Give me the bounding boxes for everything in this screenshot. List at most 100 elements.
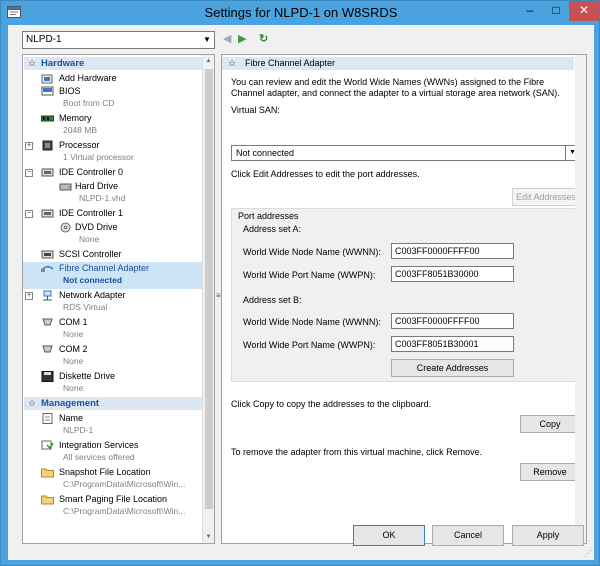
ok-button[interactable]: OK (353, 525, 425, 546)
remove-hint: To remove the adapter from this virtual … (231, 447, 483, 457)
tree-item-label: Fibre Channel Adapter (59, 263, 150, 273)
panel-header: ☆ Fibre Channel Adapter (222, 57, 574, 70)
set-a-wwnn-input[interactable]: C003FF0000FFFF00 (391, 243, 514, 259)
tree-item-name[interactable]: Name NLPD-1 (23, 412, 203, 439)
com-port-icon (42, 345, 53, 353)
tree-item-network-adapter[interactable]: + Network Adapter RDS Virtual (23, 289, 203, 316)
forward-arrow-icon[interactable]: ▶ (238, 33, 246, 45)
refresh-icon[interactable]: ↻ (259, 33, 268, 45)
virtual-san-select[interactable]: Not connected ▼ (231, 145, 580, 161)
tree-item-label: Snapshot File Location (59, 467, 151, 477)
set-b-wwnn-input[interactable]: C003FF0000FFFF00 (391, 313, 514, 329)
tree-item-label: IDE Controller 0 (59, 167, 124, 177)
expand-icon[interactable]: + (25, 142, 33, 150)
panel-title: Fibre Channel Adapter (245, 58, 336, 68)
dvd-drive-icon (60, 222, 71, 233)
processor-icon (42, 140, 53, 151)
com-port-icon (42, 318, 53, 326)
integration-services-icon (41, 440, 54, 450)
tree-item-smart-paging-file-location[interactable]: Smart Paging File Location C:\ProgramDat… (23, 493, 203, 520)
tree-item-detail: NLPD-1.vhd (79, 193, 126, 203)
section-header-management[interactable]: ☆ Management (24, 397, 202, 410)
tree-item-detail: RDS Virtual (63, 302, 108, 312)
collapse-icon[interactable]: − (25, 169, 33, 177)
resize-grip-icon[interactable]: ⋰ (584, 549, 592, 558)
title-bar[interactable]: Settings for NLPD-1 on W8SRDS – □ ✕ (1, 1, 600, 25)
tree-item-detail: 2048 MB (63, 125, 98, 135)
tree-item-label: Integration Services (59, 440, 139, 450)
tree-item-fibre-channel-adapter[interactable]: Fibre Channel Adapter Not connected (23, 262, 203, 289)
tree-item-label: Name (59, 413, 84, 423)
scroll-down-icon[interactable]: ▼ (203, 531, 214, 543)
create-addresses-button[interactable]: Create Addresses (391, 359, 514, 377)
tree-item-label: Diskette Drive (59, 371, 116, 381)
tree-item-snapshot-file-location[interactable]: Snapshot File Location C:\ProgramData\Mi… (23, 466, 203, 493)
tree-item-hard-drive[interactable]: Hard Drive NLPD-1.vhd (23, 180, 203, 207)
edit-hint: Click Edit Addresses to edit the port ad… (231, 169, 420, 179)
scroll-thumb[interactable] (205, 69, 213, 509)
edit-addresses-button[interactable]: Edit Addresses (512, 188, 580, 206)
tree-item-detail: C:\ProgramData\Microsoft\Win... (63, 479, 186, 489)
details-pane: ☆ Fibre Channel Adapter You can review a… (221, 54, 587, 544)
tree-item-detail: None (63, 383, 84, 393)
hard-drive-icon (59, 183, 72, 191)
tree-item-label: BIOS (59, 86, 81, 96)
copy-button[interactable]: Copy (520, 415, 580, 433)
tree-item-bios[interactable]: BIOS Boot from CD (23, 85, 203, 112)
tree-item-label: Processor (59, 140, 100, 150)
chevron-down-icon[interactable]: ▼ (200, 32, 214, 48)
maximize-button[interactable]: □ (543, 1, 569, 21)
address-set-a-label: Address set A: (243, 224, 302, 234)
tree-item-com-1[interactable]: COM 1 None (23, 316, 203, 343)
client-area: NLPD-1 ▼ ◀ ▶ ↻ ☆ Hardware Add Hardware B… (8, 25, 594, 560)
diskette-icon (41, 371, 54, 382)
vm-selector-value: NLPD-1 (26, 34, 62, 45)
tree-item-integration-services[interactable]: Integration Services All services offere… (23, 439, 203, 466)
address-set-b-label: Address set B: (243, 295, 302, 305)
vm-selector[interactable]: NLPD-1 ▼ (22, 31, 215, 49)
tree-item-detail: C:\ProgramData\Microsoft\Win... (63, 506, 186, 516)
tree-item-detail: NLPD-1 (63, 425, 94, 435)
window-title: Settings for NLPD-1 on W8SRDS (204, 5, 398, 20)
set-b-wwpn-input[interactable]: C003FF8051B30001 (391, 336, 514, 352)
cancel-button[interactable]: Cancel (432, 525, 504, 546)
set-a-wwpn-input[interactable]: C003FF8051B30000 (391, 266, 514, 282)
tree-item-label: COM 1 (59, 317, 88, 327)
tree-item-dvd-drive[interactable]: DVD Drive None (23, 221, 203, 248)
remove-button[interactable]: Remove (520, 463, 580, 481)
settings-window: Settings for NLPD-1 on W8SRDS – □ ✕ NLPD… (0, 0, 600, 566)
section-chevron-icon: ☆ (228, 58, 237, 68)
section-chevron-icon: ☆ (28, 58, 37, 68)
apply-button[interactable]: Apply (512, 525, 584, 546)
tree-item-label: Hard Drive (75, 181, 119, 191)
tree-item-memory[interactable]: Memory 2048 MB (23, 112, 203, 139)
network-adapter-icon (43, 290, 52, 301)
port-addresses-label: Port addresses (238, 211, 299, 221)
fibre-channel-icon (41, 266, 54, 272)
scsi-controller-icon (41, 250, 54, 259)
section-label: Hardware (41, 58, 85, 69)
collapse-icon[interactable]: − (25, 210, 33, 218)
tree-item-com-2[interactable]: COM 2 None (23, 343, 203, 370)
expand-icon[interactable]: + (25, 292, 33, 300)
tree-item-label: COM 2 (59, 344, 88, 354)
memory-icon (41, 115, 54, 122)
section-header-hardware[interactable]: ☆ Hardware (24, 57, 202, 70)
set-b-wwpn-label: World Wide Port Name (WWPN): (243, 340, 376, 350)
tree-item-label: IDE Controller 1 (59, 208, 124, 218)
tree-item-label: DVD Drive (75, 222, 118, 232)
tree-item-diskette-drive[interactable]: Diskette Drive None (23, 370, 203, 397)
back-arrow-icon[interactable]: ◀ (223, 33, 231, 45)
tree-item-label: Add Hardware (59, 73, 117, 83)
settings-tree[interactable]: ☆ Hardware Add Hardware BIOS Boot from C… (22, 54, 215, 544)
tree-item-processor[interactable]: + Processor 1 Virtual processor (23, 139, 203, 166)
minimize-button[interactable]: – (517, 1, 543, 21)
name-icon (42, 413, 53, 424)
ide-controller-icon (41, 209, 54, 218)
close-button[interactable]: ✕ (569, 1, 599, 21)
tree-item-label: Smart Paging File Location (59, 494, 168, 504)
details-scrollbar[interactable] (575, 55, 586, 543)
splitter-grip-icon[interactable]: ≡ (216, 291, 221, 300)
scroll-up-icon[interactable]: ▲ (203, 55, 214, 67)
tree-scrollbar[interactable]: ▲ ▼ (202, 55, 214, 543)
